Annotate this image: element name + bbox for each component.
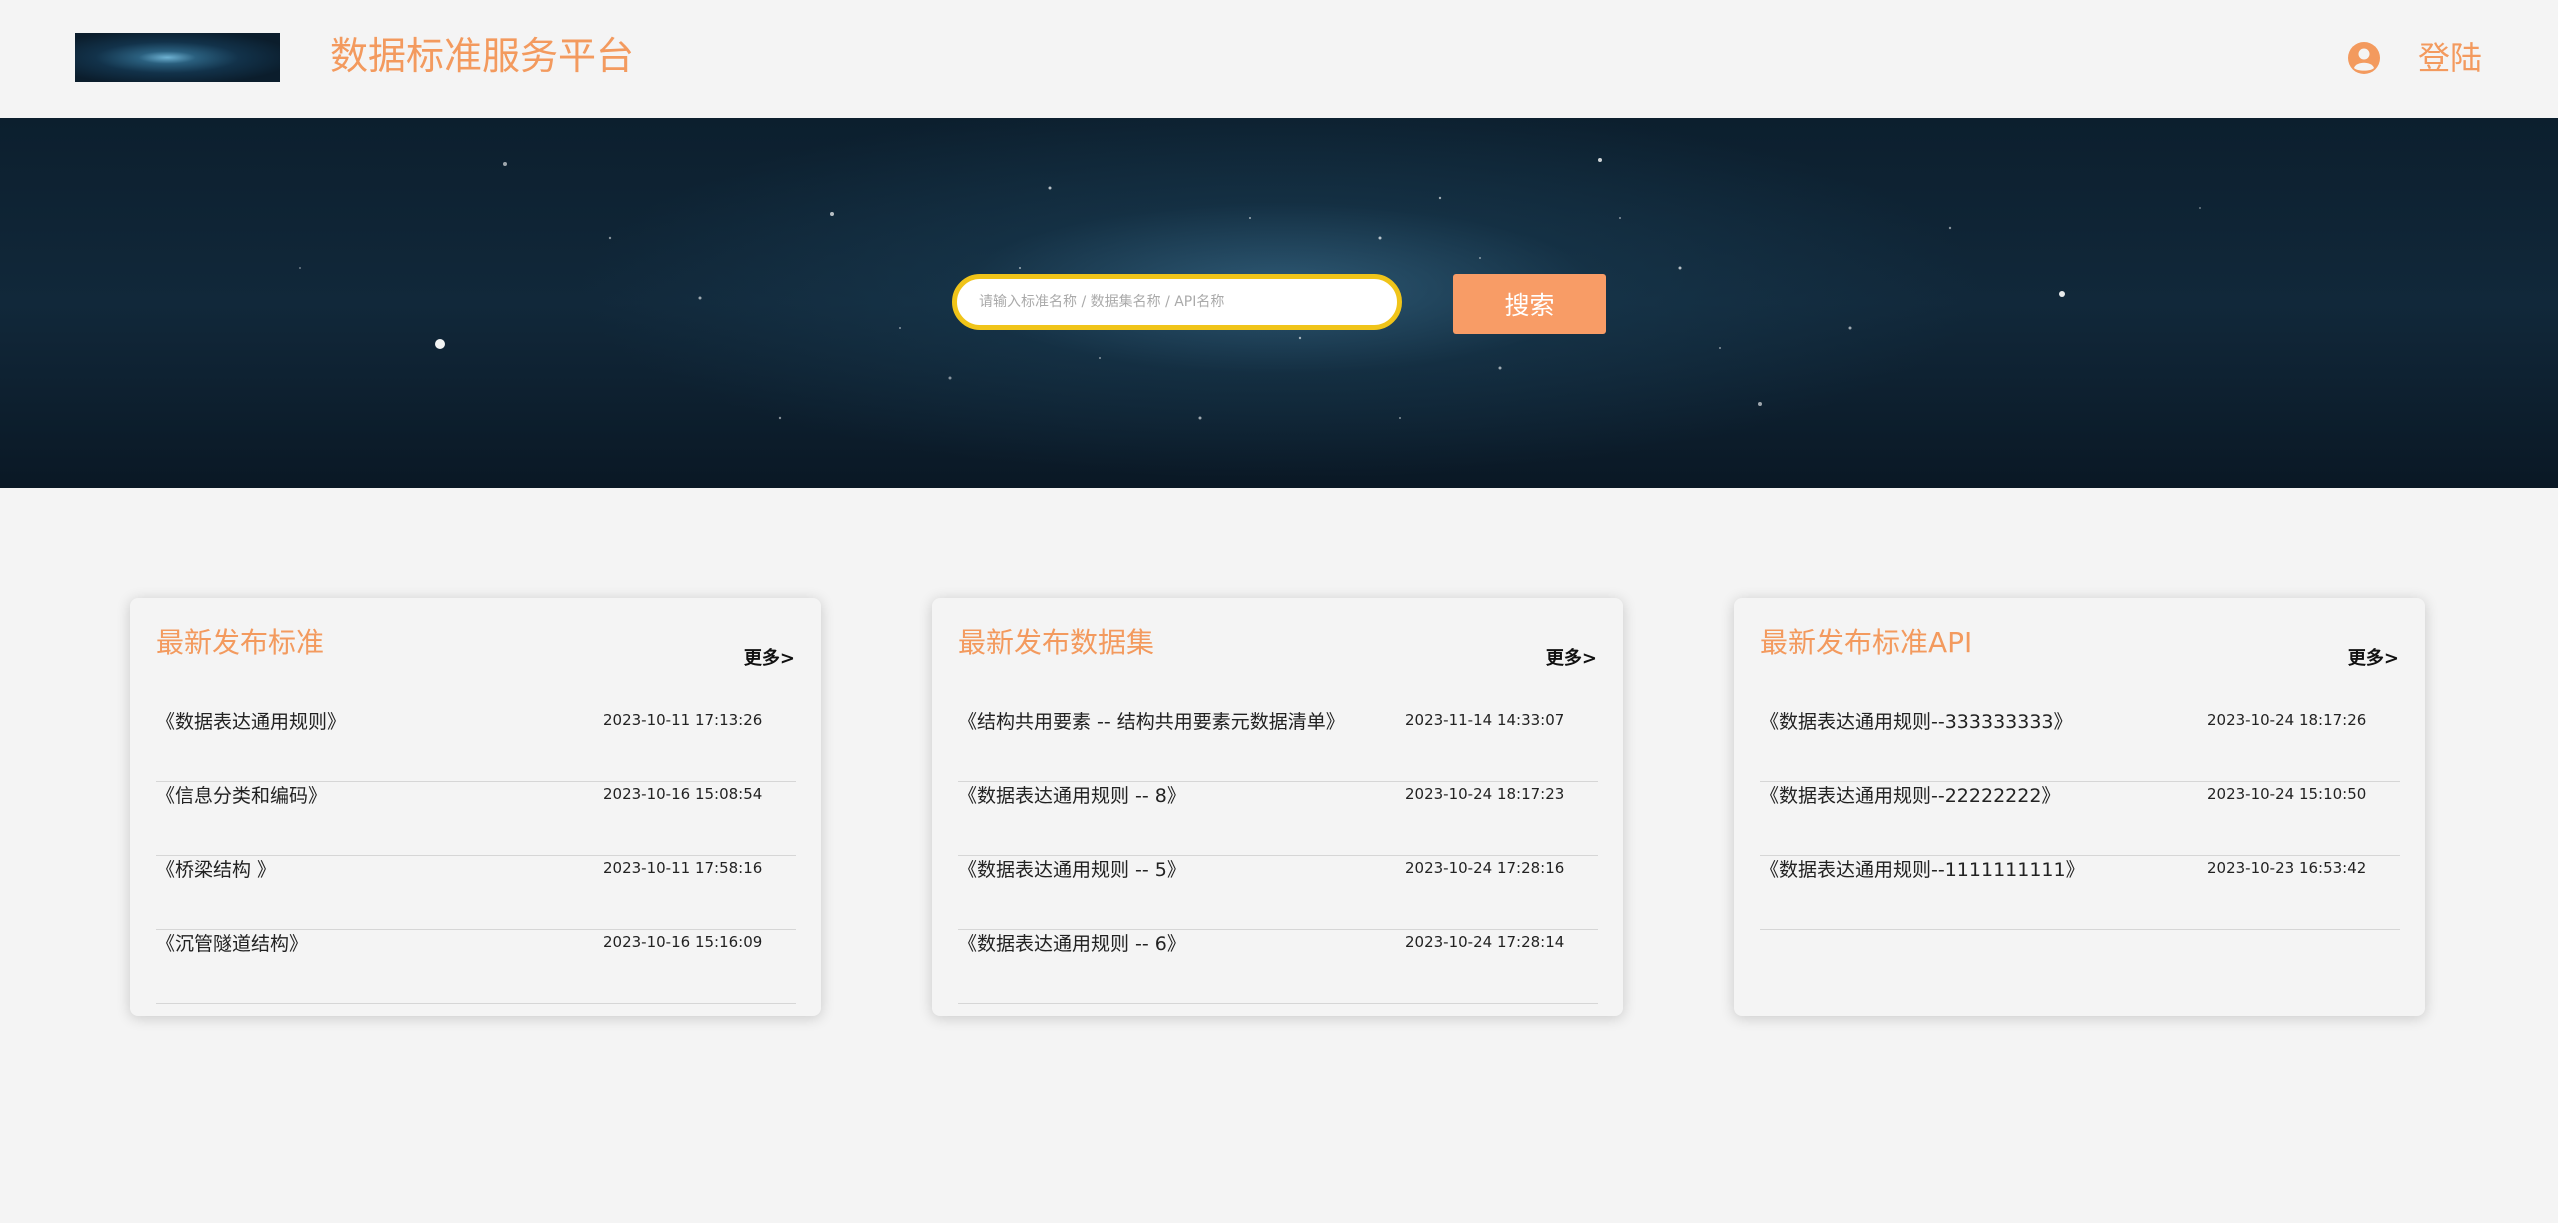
list-item[interactable]: 《结构共用要素 -- 结构共用要素元数据清单》 2023-11-14 14:33… [958,708,1598,782]
search-button[interactable]: 搜索 [1453,274,1606,334]
item-date: 2023-10-24 18:17:23 [1405,785,1565,803]
list-item[interactable]: 《数据表达通用规则--333333333》 2023-10-24 18:17:2… [1760,708,2400,782]
list-item[interactable]: 《数据表达通用规则 -- 6》 2023-10-24 17:28:14 [958,930,1598,1004]
item-title[interactable]: 《数据表达通用规则》 [156,708,546,736]
list-item[interactable]: 《桥梁结构 》 2023-10-11 17:58:16 [156,856,796,930]
item-title[interactable]: 《数据表达通用规则 -- 5》 [958,856,1348,884]
item-date: 2023-10-16 15:08:54 [603,785,763,803]
list-item[interactable]: 《沉管隧道结构》 2023-10-16 15:16:09 [156,930,796,1004]
item-date: 2023-11-14 14:33:07 [1405,711,1565,729]
item-title[interactable]: 《数据表达通用规则--1111111111》 [1760,856,2150,884]
site-title: 数据标准服务平台 [330,34,635,78]
item-title[interactable]: 《桥梁结构 》 [156,856,546,884]
item-date: 2023-10-23 16:53:42 [2207,859,2367,877]
item-title[interactable]: 《信息分类和编码》 [156,782,546,810]
search-input[interactable] [952,274,1402,330]
item-date: 2023-10-24 15:10:50 [2207,785,2367,803]
item-title[interactable]: 《数据表达通用规则--22222222》 [1760,782,2150,810]
item-title[interactable]: 《数据表达通用规则 -- 8》 [958,782,1348,810]
item-date: 2023-10-24 17:28:16 [1405,859,1565,877]
hero-banner: 搜索 [0,118,2558,488]
item-date: 2023-10-24 17:28:14 [1405,933,1565,951]
user-icon[interactable] [2348,42,2380,74]
item-date: 2023-10-11 17:58:16 [603,859,763,877]
item-date: 2023-10-24 18:17:26 [2207,711,2367,729]
item-title[interactable]: 《沉管隧道结构》 [156,930,546,958]
list-item[interactable]: 《数据表达通用规则--22222222》 2023-10-24 15:10:50 [1760,782,2400,856]
card-title: 最新发布数据集 [958,626,1155,659]
more-link[interactable]: 更多> [744,644,795,670]
header: 数据标准服务平台 登陆 [0,0,2558,118]
latest-datasets-card: 最新发布数据集 更多> 《结构共用要素 -- 结构共用要素元数据清单》 2023… [932,598,1623,1016]
item-date: 2023-10-11 17:13:26 [603,711,763,729]
more-link[interactable]: 更多> [2348,644,2399,670]
standards-list: 《数据表达通用规则》 2023-10-11 17:13:26 《信息分类和编码》… [156,708,796,1004]
latest-standards-card: 最新发布标准 更多> 《数据表达通用规则》 2023-10-11 17:13:2… [130,598,821,1016]
datasets-list: 《结构共用要素 -- 结构共用要素元数据清单》 2023-11-14 14:33… [958,708,1598,1004]
card-title: 最新发布标准API [1760,626,1973,659]
login-link[interactable]: 登陆 [2418,34,2482,82]
list-item[interactable]: 《数据表达通用规则 -- 8》 2023-10-24 18:17:23 [958,782,1598,856]
list-item[interactable]: 《信息分类和编码》 2023-10-16 15:08:54 [156,782,796,856]
list-item[interactable]: 《数据表达通用规则 -- 5》 2023-10-24 17:28:16 [958,856,1598,930]
item-date: 2023-10-16 15:16:09 [603,933,763,951]
item-title[interactable]: 《数据表达通用规则--333333333》 [1760,708,2150,736]
latest-apis-card: 最新发布标准API 更多> 《数据表达通用规则--333333333》 2023… [1734,598,2425,1016]
card-title: 最新发布标准 [156,626,325,659]
item-title[interactable]: 《结构共用要素 -- 结构共用要素元数据清单》 [958,708,1348,736]
list-item[interactable]: 《数据表达通用规则》 2023-10-11 17:13:26 [156,708,796,782]
more-link[interactable]: 更多> [1546,644,1597,670]
apis-list: 《数据表达通用规则--333333333》 2023-10-24 18:17:2… [1760,708,2400,930]
site-logo[interactable] [75,33,280,82]
list-item[interactable]: 《数据表达通用规则--1111111111》 2023-10-23 16:53:… [1760,856,2400,930]
item-title[interactable]: 《数据表达通用规则 -- 6》 [958,930,1348,958]
